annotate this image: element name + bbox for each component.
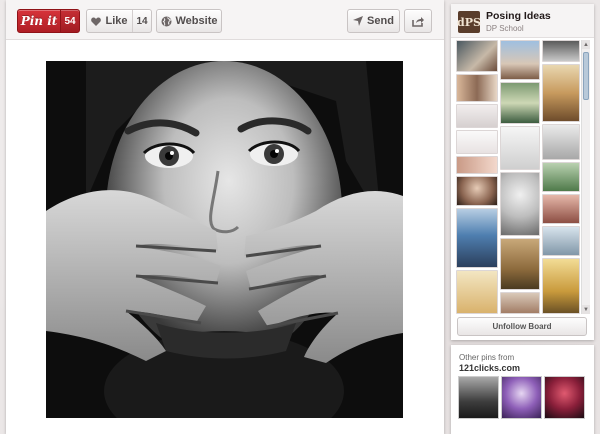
other-pins-source[interactable]: 121clicks.com	[459, 363, 520, 373]
board-thumbnail[interactable]	[500, 238, 540, 290]
board-thumbnail[interactable]	[456, 270, 498, 314]
board-header: dPS Posing Ideas DP School	[451, 4, 594, 38]
send-arrow-icon	[353, 16, 364, 26]
send-button[interactable]: Send	[347, 9, 400, 33]
other-pins-card: Other pins from 121clicks.com	[451, 345, 594, 434]
like-inner: Like	[87, 10, 132, 32]
pin-photo[interactable]	[46, 61, 403, 418]
board-thumbnail[interactable]	[456, 176, 498, 206]
board-thumbnail[interactable]	[542, 226, 580, 256]
share-icon	[412, 16, 424, 27]
globe-icon	[161, 16, 171, 26]
unfollow-board-button[interactable]: Unfollow Board	[457, 317, 587, 336]
other-pins-label: Other pins from	[459, 353, 515, 362]
website-label: Website	[175, 15, 218, 27]
other-pin-thumbnail[interactable]	[501, 376, 542, 419]
board-thumbnail[interactable]	[542, 124, 580, 160]
board-avatar[interactable]: dPS	[457, 11, 481, 33]
board-scrollbar[interactable]: ▲ ▼	[581, 40, 590, 314]
pin-it-button[interactable]: Pin it 54	[17, 9, 80, 33]
board-card: dPS Posing Ideas DP School ▲ ▼ Unfollow	[451, 4, 594, 340]
scroll-down-icon[interactable]: ▼	[582, 305, 590, 314]
board-thumbnail[interactable]	[456, 104, 498, 128]
board-thumbnail[interactable]	[542, 258, 580, 314]
board-thumbnail[interactable]	[542, 162, 580, 192]
board-thumbnail[interactable]	[500, 292, 540, 314]
board-thumbnail[interactable]	[542, 40, 580, 62]
board-thumbnail[interactable]	[456, 130, 498, 154]
website-button[interactable]: Website	[156, 9, 222, 33]
like-count: 14	[132, 10, 151, 32]
other-pin-thumbnail[interactable]	[544, 376, 585, 419]
pin-card: Pin it 54 Like 14 Website Send	[6, 0, 444, 434]
board-thumbnail[interactable]	[456, 208, 498, 268]
share-button[interactable]	[404, 9, 432, 33]
portrait-photo-image	[46, 61, 403, 418]
board-thumbnail[interactable]	[456, 156, 498, 174]
board-thumbnail[interactable]	[500, 172, 540, 236]
board-thumbnail[interactable]	[500, 126, 540, 170]
pin-it-label: Pin it	[20, 14, 58, 28]
like-button[interactable]: Like 14	[86, 9, 152, 33]
board-owner[interactable]: DP School	[486, 24, 524, 33]
like-label: Like	[105, 15, 128, 27]
send-label: Send	[367, 15, 394, 27]
board-thumbnail[interactable]	[456, 40, 498, 72]
board-thumbnail[interactable]	[500, 40, 540, 80]
board-thumbnail[interactable]	[456, 74, 498, 102]
board-thumbnail[interactable]	[542, 194, 580, 224]
board-thumbnail[interactable]	[542, 64, 580, 122]
board-thumbnail[interactable]	[500, 82, 540, 124]
scrollbar-thumb[interactable]	[583, 52, 589, 100]
board-thumbnail-grid	[456, 40, 582, 314]
heart-icon	[91, 16, 102, 26]
pin-toolbar: Pin it 54 Like 14 Website Send	[6, 0, 444, 40]
pin-it-count: 54	[60, 10, 79, 32]
board-title[interactable]: Posing Ideas	[486, 10, 551, 22]
scroll-up-icon[interactable]: ▲	[582, 40, 590, 49]
other-pin-thumbnail[interactable]	[458, 376, 499, 419]
